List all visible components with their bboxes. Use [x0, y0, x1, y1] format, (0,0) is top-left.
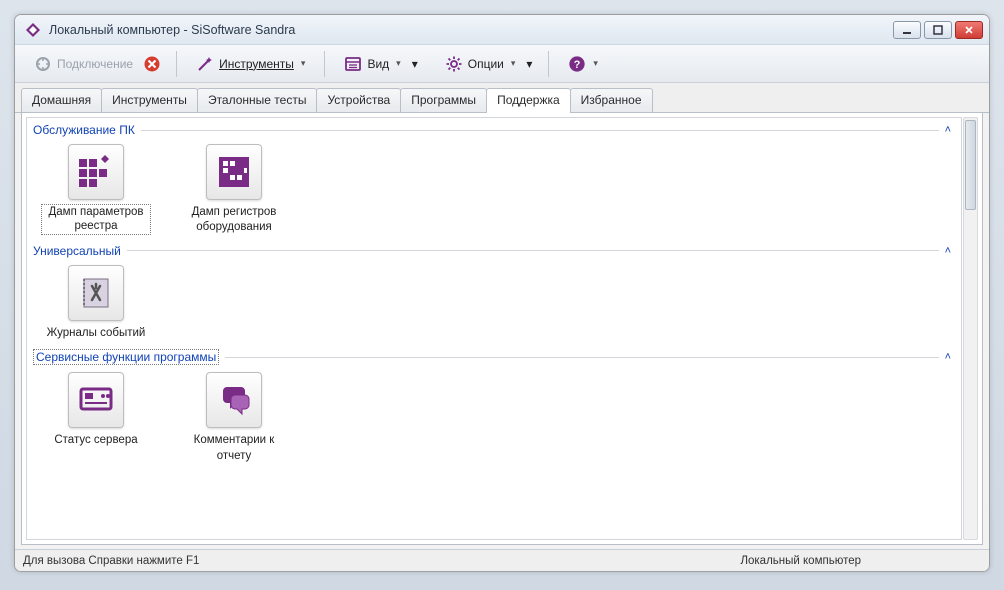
item-event-logs[interactable]: Журналы событий [41, 265, 151, 340]
group-title: Сервисные функции программы [33, 349, 219, 365]
tab-label: Поддержка [497, 93, 560, 107]
dropdown-icon: ▾ [301, 58, 306, 69]
view-label: Вид [367, 57, 389, 71]
status-computer: Локальный компьютер [740, 555, 861, 567]
tabs: Домашняя Инструменты Эталонные тесты Уст… [15, 83, 989, 113]
connect-icon [34, 55, 52, 73]
statusbar: Для вызова Справки нажмите F1 Локальный … [15, 549, 989, 571]
group-title: Универсальный [33, 244, 121, 258]
dropdown-icon: ▾ [593, 58, 598, 69]
scroll-thumb[interactable] [965, 120, 976, 210]
report-comments-icon [206, 372, 262, 428]
minimize-button[interactable] [893, 21, 921, 39]
options-label: Опции [468, 57, 504, 71]
dropdown-icon: ▾ [396, 58, 401, 69]
server-status-icon [68, 372, 124, 428]
close-button[interactable] [955, 21, 983, 39]
toolbar: Подключение Инстр [15, 45, 989, 83]
group-header[interactable]: Универсальный ˄ [31, 243, 957, 259]
window-title: Локальный компьютер - SiSoftware Sandra [49, 23, 893, 37]
tab-label: Эталонные тесты [208, 93, 307, 107]
gear-icon [445, 55, 463, 73]
event-log-icon [68, 265, 124, 321]
tab-instruments[interactable]: Инструменты [101, 88, 198, 112]
collapse-icon: ˄ [945, 124, 951, 136]
item-label: Дамп регистров оборудования [192, 206, 277, 233]
window-buttons [893, 21, 983, 39]
view-button[interactable]: Вид ▾ [337, 51, 407, 77]
vertical-scrollbar[interactable] [963, 117, 978, 540]
group-pc-maintenance: Обслуживание ПК ˄ [31, 122, 957, 237]
dropdown-split-icon[interactable]: ▾ [522, 57, 536, 71]
maximize-button[interactable] [924, 21, 952, 39]
help-icon: ? [568, 55, 586, 73]
content-pane: Обслуживание ПК ˄ [21, 113, 983, 545]
group-header[interactable]: Обслуживание ПК ˄ [31, 122, 957, 138]
tab-benchmarks[interactable]: Эталонные тесты [197, 88, 318, 112]
item-report-comments[interactable]: Комментарии к отчету [179, 372, 289, 463]
instruments-button[interactable]: Инструменты ▾ [189, 51, 312, 77]
tab-support[interactable]: Поддержка [486, 88, 571, 113]
collapse-icon: ˄ [945, 351, 951, 363]
item-label: Статус сервера [54, 434, 137, 446]
item-label: Комментарии к отчету [194, 434, 275, 461]
toolbar-separator [324, 51, 325, 77]
registry-dump-icon [68, 144, 124, 200]
item-label: Дамп параметров реестра [41, 204, 151, 235]
dropdown-icon: ▾ [511, 58, 516, 69]
svg-text:?: ? [574, 59, 581, 71]
tab-label: Устройства [327, 93, 390, 107]
toolbar-separator [548, 51, 549, 77]
item-label: Журналы событий [47, 327, 146, 339]
disconnect-button[interactable] [140, 52, 164, 76]
connect-button[interactable]: Подключение [27, 51, 140, 77]
tab-label: Программы [411, 93, 476, 107]
tab-label: Избранное [581, 93, 642, 107]
tab-label: Инструменты [112, 93, 187, 107]
instruments-label: Инструменты [219, 57, 294, 71]
group-title: Обслуживание ПК [33, 123, 135, 137]
options-button[interactable]: Опции ▾ [438, 51, 523, 77]
view-icon [344, 55, 362, 73]
tab-devices[interactable]: Устройства [316, 88, 401, 112]
dropdown-split-icon[interactable]: ▾ [408, 57, 422, 71]
connect-label: Подключение [57, 57, 133, 71]
tab-programs[interactable]: Программы [400, 88, 487, 112]
app-window: Локальный компьютер - SiSoftware Sandra [14, 14, 990, 572]
toolbar-separator [176, 51, 177, 77]
group-header[interactable]: Сервисные функции программы ˄ [31, 348, 957, 366]
item-server-status[interactable]: Статус сервера [41, 372, 151, 463]
tab-label: Домашняя [32, 93, 91, 107]
group-service-functions: Сервисные функции программы ˄ [31, 348, 957, 465]
tab-favorites[interactable]: Избранное [570, 88, 653, 112]
titlebar[interactable]: Локальный компьютер - SiSoftware Sandra [15, 15, 989, 45]
item-hardware-registers[interactable]: Дамп регистров оборудования [179, 144, 289, 235]
cancel-icon [143, 55, 161, 73]
hardware-registers-icon [206, 144, 262, 200]
app-icon [25, 22, 41, 38]
group-universal: Универсальный ˄ [31, 243, 957, 342]
status-hint: Для вызова Справки нажмите F1 [23, 555, 199, 567]
tab-home[interactable]: Домашняя [21, 88, 102, 112]
help-button[interactable]: ? ▾ [561, 51, 605, 77]
collapse-icon: ˄ [945, 245, 951, 257]
wand-icon [196, 55, 214, 73]
item-registry-dump[interactable]: Дамп параметров реестра [41, 144, 151, 235]
scroll-area: Обслуживание ПК ˄ [26, 117, 962, 540]
